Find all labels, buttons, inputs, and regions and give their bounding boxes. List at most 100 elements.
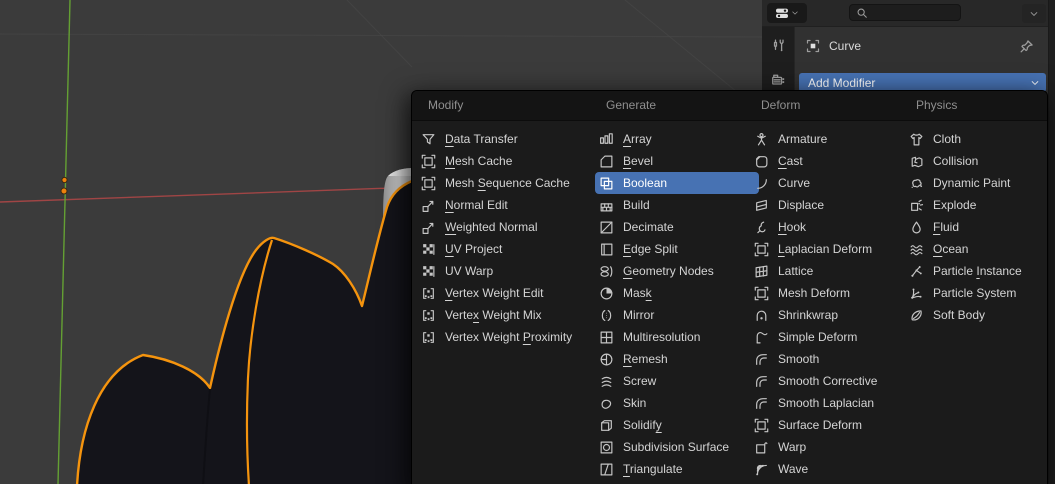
menu-item-shrinkwrap[interactable]: Shrinkwrap xyxy=(750,304,912,326)
menu-item-mask[interactable]: Mask xyxy=(595,282,759,304)
menu-item-label: Wave xyxy=(778,462,808,476)
menu-item-triangulate[interactable]: Triangulate xyxy=(595,458,759,480)
breadcrumb[interactable]: Curve xyxy=(806,39,861,53)
menu-item-screw[interactable]: Screw xyxy=(595,370,759,392)
smooth-laplacian-icon xyxy=(754,396,769,411)
menu-column-title-modify: Modify xyxy=(428,91,463,120)
menu-item-smooth-corrective[interactable]: Smooth Corrective xyxy=(750,370,912,392)
mirror-icon xyxy=(599,308,614,323)
menu-item-label: UV Warp xyxy=(445,264,493,278)
menu-item-vertex-weight-proximity[interactable]: Vertex Weight Proximity xyxy=(417,326,599,348)
editor-type-button[interactable] xyxy=(767,3,807,23)
warp-icon xyxy=(754,440,769,455)
pin-icon[interactable] xyxy=(1019,39,1034,54)
menu-item-mesh-sequence-cache[interactable]: Mesh Sequence Cache xyxy=(417,172,599,194)
search-input[interactable] xyxy=(868,6,956,20)
menu-item-collision[interactable]: Collision xyxy=(905,150,1055,172)
menu-item-particle-system[interactable]: Particle System xyxy=(905,282,1055,304)
cast-icon xyxy=(754,154,769,169)
simple-deform-icon xyxy=(754,330,769,345)
menu-item-surface-deform[interactable]: Surface Deform xyxy=(750,414,912,436)
menu-item-geometry-nodes[interactable]: Geometry Nodes xyxy=(595,260,759,282)
particle-instance-icon xyxy=(909,264,924,279)
menu-item-simple-deform[interactable]: Simple Deform xyxy=(750,326,912,348)
menu-item-label: Warp xyxy=(778,440,806,454)
lattice-icon xyxy=(754,264,769,279)
menu-item-soft-body[interactable]: Soft Body xyxy=(905,304,1055,326)
menu-item-mirror[interactable]: Mirror xyxy=(595,304,759,326)
menu-item-laplacian-deform[interactable]: Laplacian Deform xyxy=(750,238,912,260)
tab-tool[interactable] xyxy=(771,38,786,53)
menu-item-label: Explode xyxy=(933,198,976,212)
menu-item-decimate[interactable]: Decimate xyxy=(595,216,759,238)
menu-item-label: Displace xyxy=(778,198,824,212)
menu-item-label: Solidify xyxy=(623,418,662,432)
menu-item-mesh-cache[interactable]: Mesh Cache xyxy=(417,150,599,172)
data-transfer-icon xyxy=(421,132,436,147)
menu-item-label: Skin xyxy=(623,396,646,410)
tab-render[interactable] xyxy=(771,72,786,87)
menu-item-ocean[interactable]: Ocean xyxy=(905,238,1055,260)
menu-item-wave[interactable]: Wave xyxy=(750,458,912,480)
menu-column-title-generate: Generate xyxy=(606,91,656,120)
menu-item-warp[interactable]: Warp xyxy=(750,436,912,458)
menu-item-label: Smooth Corrective xyxy=(778,374,877,388)
menu-item-label: Fluid xyxy=(933,220,959,234)
menu-item-label: Edge Split xyxy=(623,242,678,256)
search-box[interactable] xyxy=(849,4,961,21)
menu-item-subdivision-surface[interactable]: Subdivision Surface xyxy=(595,436,759,458)
multiresolution-icon xyxy=(599,330,614,345)
menu-item-uv-project[interactable]: UV Project xyxy=(417,238,599,260)
menu-item-label: Build xyxy=(623,198,650,212)
menu-item-smooth[interactable]: Smooth xyxy=(750,348,912,370)
menu-item-normal-edit[interactable]: Normal Edit xyxy=(417,194,599,216)
menu-item-cloth[interactable]: Cloth xyxy=(905,128,1055,150)
menu-item-particle-instance[interactable]: Particle Instance xyxy=(905,260,1055,282)
menu-item-curve[interactable]: Curve xyxy=(750,172,912,194)
menu-item-vertex-weight-mix[interactable]: Vertex Weight Mix xyxy=(417,304,599,326)
menu-item-edge-split[interactable]: Edge Split xyxy=(595,238,759,260)
menu-item-bevel[interactable]: Bevel xyxy=(595,150,759,172)
weighted-normal-icon xyxy=(421,220,436,235)
edge-split-icon xyxy=(599,242,614,257)
menu-item-label: Particle Instance xyxy=(933,264,1022,278)
menu-item-label: Geometry Nodes xyxy=(623,264,714,278)
menu-item-explode[interactable]: Explode xyxy=(905,194,1055,216)
menu-item-uv-warp[interactable]: UV Warp xyxy=(417,260,599,282)
hook-icon xyxy=(754,220,769,235)
menu-item-boolean[interactable]: Boolean xyxy=(595,172,759,194)
menu-item-skin[interactable]: Skin xyxy=(595,392,759,414)
menu-column-title-physics: Physics xyxy=(916,91,957,120)
menu-item-cast[interactable]: Cast xyxy=(750,150,912,172)
menu-item-hook[interactable]: Hook xyxy=(750,216,912,238)
menu-item-label: Mirror xyxy=(623,308,654,322)
laplacian-deform-icon xyxy=(754,242,769,257)
menu-item-label: Triangulate xyxy=(623,462,683,476)
menu-item-dynamic-paint[interactable]: Dynamic Paint xyxy=(905,172,1055,194)
menu-item-solidify[interactable]: Solidify xyxy=(595,414,759,436)
filter-dropdown-button[interactable] xyxy=(1022,4,1046,23)
menu-item-weighted-normal[interactable]: Weighted Normal xyxy=(417,216,599,238)
search-icon xyxy=(856,7,868,19)
menu-item-label: Remesh xyxy=(623,352,668,366)
armature-icon xyxy=(754,132,769,147)
shrinkwrap-icon xyxy=(754,308,769,323)
menu-item-data-transfer[interactable]: Data Transfer xyxy=(417,128,599,150)
menu-item-label: Particle System xyxy=(933,286,1016,300)
properties-header xyxy=(762,0,1055,27)
menu-item-armature[interactable]: Armature xyxy=(750,128,912,150)
vertex-weight-edit-icon xyxy=(421,286,436,301)
menu-item-fluid[interactable]: Fluid xyxy=(905,216,1055,238)
menu-item-vertex-weight-edit[interactable]: Vertex Weight Edit xyxy=(417,282,599,304)
menu-item-array[interactable]: Array xyxy=(595,128,759,150)
menu-item-displace[interactable]: Displace xyxy=(750,194,912,216)
menu-item-multiresolution[interactable]: Multiresolution xyxy=(595,326,759,348)
menu-item-lattice[interactable]: Lattice xyxy=(750,260,912,282)
menu-item-label: Subdivision Surface xyxy=(623,440,729,454)
chevron-down-icon xyxy=(1030,78,1040,88)
menu-item-smooth-laplacian[interactable]: Smooth Laplacian xyxy=(750,392,912,414)
menu-item-mesh-deform[interactable]: Mesh Deform xyxy=(750,282,912,304)
menu-item-remesh[interactable]: Remesh xyxy=(595,348,759,370)
menu-item-build[interactable]: Build xyxy=(595,194,759,216)
vertex-weight-proximity-icon xyxy=(421,330,436,345)
